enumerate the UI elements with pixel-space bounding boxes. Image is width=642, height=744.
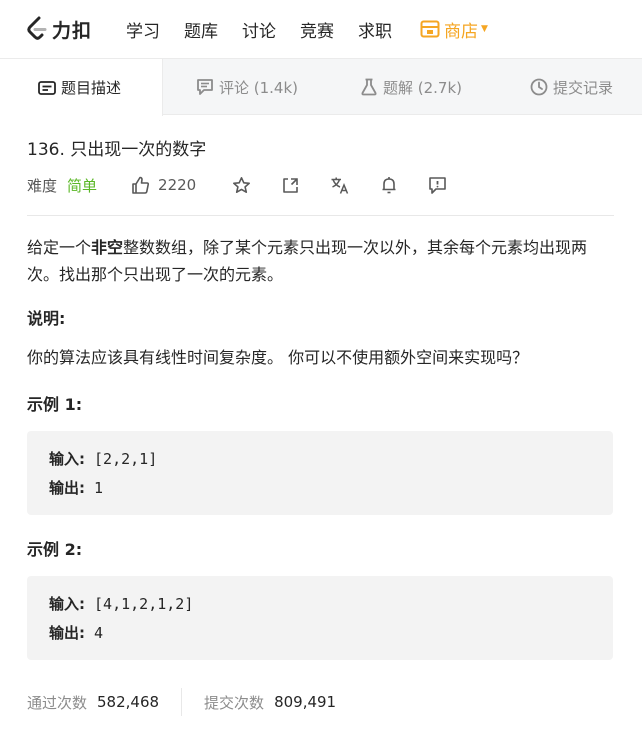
example-1-input-line: 输入: [2,2,1] (49, 445, 591, 474)
share-button[interactable] (281, 176, 300, 195)
like-button[interactable]: 2220 (131, 176, 196, 195)
tab-solutions-label: 题解 (2.7k) (383, 78, 463, 97)
accepted-count: 582,468 (97, 693, 160, 711)
submitted-count: 809,491 (274, 693, 337, 711)
accepted-label: 通过次数 (27, 693, 88, 712)
input-label: 输入: (49, 595, 85, 613)
problem-meta: 难度 简单 2220 (27, 173, 447, 197)
example-1-input: [2,2,1] (94, 450, 158, 468)
brand-name: 力扣 (52, 19, 93, 42)
example-2-output-line: 输出: 4 (49, 619, 591, 648)
top-nav: 力扣 学习 题库 讨论 竞赛 求职 商店 ▼ (0, 0, 642, 58)
translate-button[interactable] (330, 176, 350, 195)
note-heading: 说明: (27, 309, 66, 328)
favorite-button[interactable] (232, 176, 251, 195)
nav-item-shop[interactable]: 商店 ▼ (420, 17, 488, 42)
example-2-code: 输入: [4,1,2,1,2] 输出: 4 (27, 576, 613, 660)
nav-item-problemset[interactable]: 题库 (184, 17, 218, 42)
shop-label: 商店 (444, 21, 479, 42)
example-2-output: 4 (94, 624, 104, 642)
chevron-down-icon: ▼ (481, 24, 488, 34)
notify-button[interactable] (380, 176, 398, 195)
example-2-input-line: 输入: [4,1,2,1,2] (49, 590, 591, 619)
tab-submissions[interactable]: 提交记录 (530, 59, 613, 115)
problem-title: 136. 只出现一次的数字 (27, 140, 207, 160)
thumbs-up-icon (132, 176, 150, 194)
submitted-label: 提交次数 (204, 693, 265, 712)
comment-icon (196, 78, 214, 96)
tab-submissions-label: 提交记录 (553, 78, 614, 97)
leetcode-logo-icon (27, 16, 47, 40)
description-text-bold: 非空 (91, 238, 124, 257)
description-icon (38, 80, 56, 96)
nav-item-discuss[interactable]: 讨论 (242, 17, 276, 42)
example-1-output-line: 输出: 1 (49, 474, 591, 503)
problem-tabs: 题目描述 评论 (1.4k) 题解 (2.7k) 提交记录 (0, 58, 642, 116)
feedback-button[interactable] (428, 176, 447, 195)
difficulty-label: 难度 (27, 176, 58, 195)
logo[interactable]: 力扣 (26, 16, 92, 43)
tab-comments[interactable]: 评论 (1.4k) (196, 59, 298, 115)
nav-item-jobs[interactable]: 求职 (358, 17, 392, 42)
input-label: 输入: (49, 450, 85, 468)
stats-divider (181, 688, 183, 716)
bell-icon (382, 176, 396, 193)
example-2-input: [4,1,2,1,2] (94, 595, 194, 613)
note-text: 你的算法应该具有线性时间复杂度。 你可以不使用额外空间来实现吗？ (27, 348, 529, 367)
nav-item-learn[interactable]: 学习 (126, 17, 160, 42)
translate-icon (331, 177, 349, 194)
example-2-heading: 示例 2: (27, 540, 83, 559)
divider (27, 215, 614, 216)
example-1-heading: 示例 1: (27, 395, 83, 414)
output-label: 输出: (49, 624, 85, 642)
store-icon (420, 20, 440, 38)
nav-item-contest[interactable]: 竞赛 (300, 17, 334, 42)
output-label: 输出: (49, 479, 85, 497)
feedback-icon (429, 176, 447, 194)
problem-description: 给定一个非空整数数组，除了某个元素只出现一次以外，其余每个元素均出现两次。找出那… (27, 234, 617, 288)
tab-description-label: 题目描述 (61, 79, 122, 97)
example-1-output: 1 (94, 479, 104, 497)
submission-stats: 通过次数 582,468 提交次数 809,491 (27, 687, 336, 717)
tab-description[interactable]: 题目描述 (0, 59, 163, 116)
flask-icon (360, 78, 378, 96)
tab-comments-label: 评论 (1.4k) (219, 78, 299, 97)
clock-icon (530, 78, 548, 96)
like-count: 2220 (158, 176, 197, 194)
description-text-pre: 给定一个 (27, 238, 92, 257)
share-icon (283, 177, 299, 193)
difficulty-badge: 简单 (67, 176, 98, 195)
example-1-code: 输入: [2,2,1] 输出: 1 (27, 431, 613, 515)
tab-solutions[interactable]: 题解 (2.7k) (360, 59, 462, 115)
star-icon (233, 176, 251, 193)
